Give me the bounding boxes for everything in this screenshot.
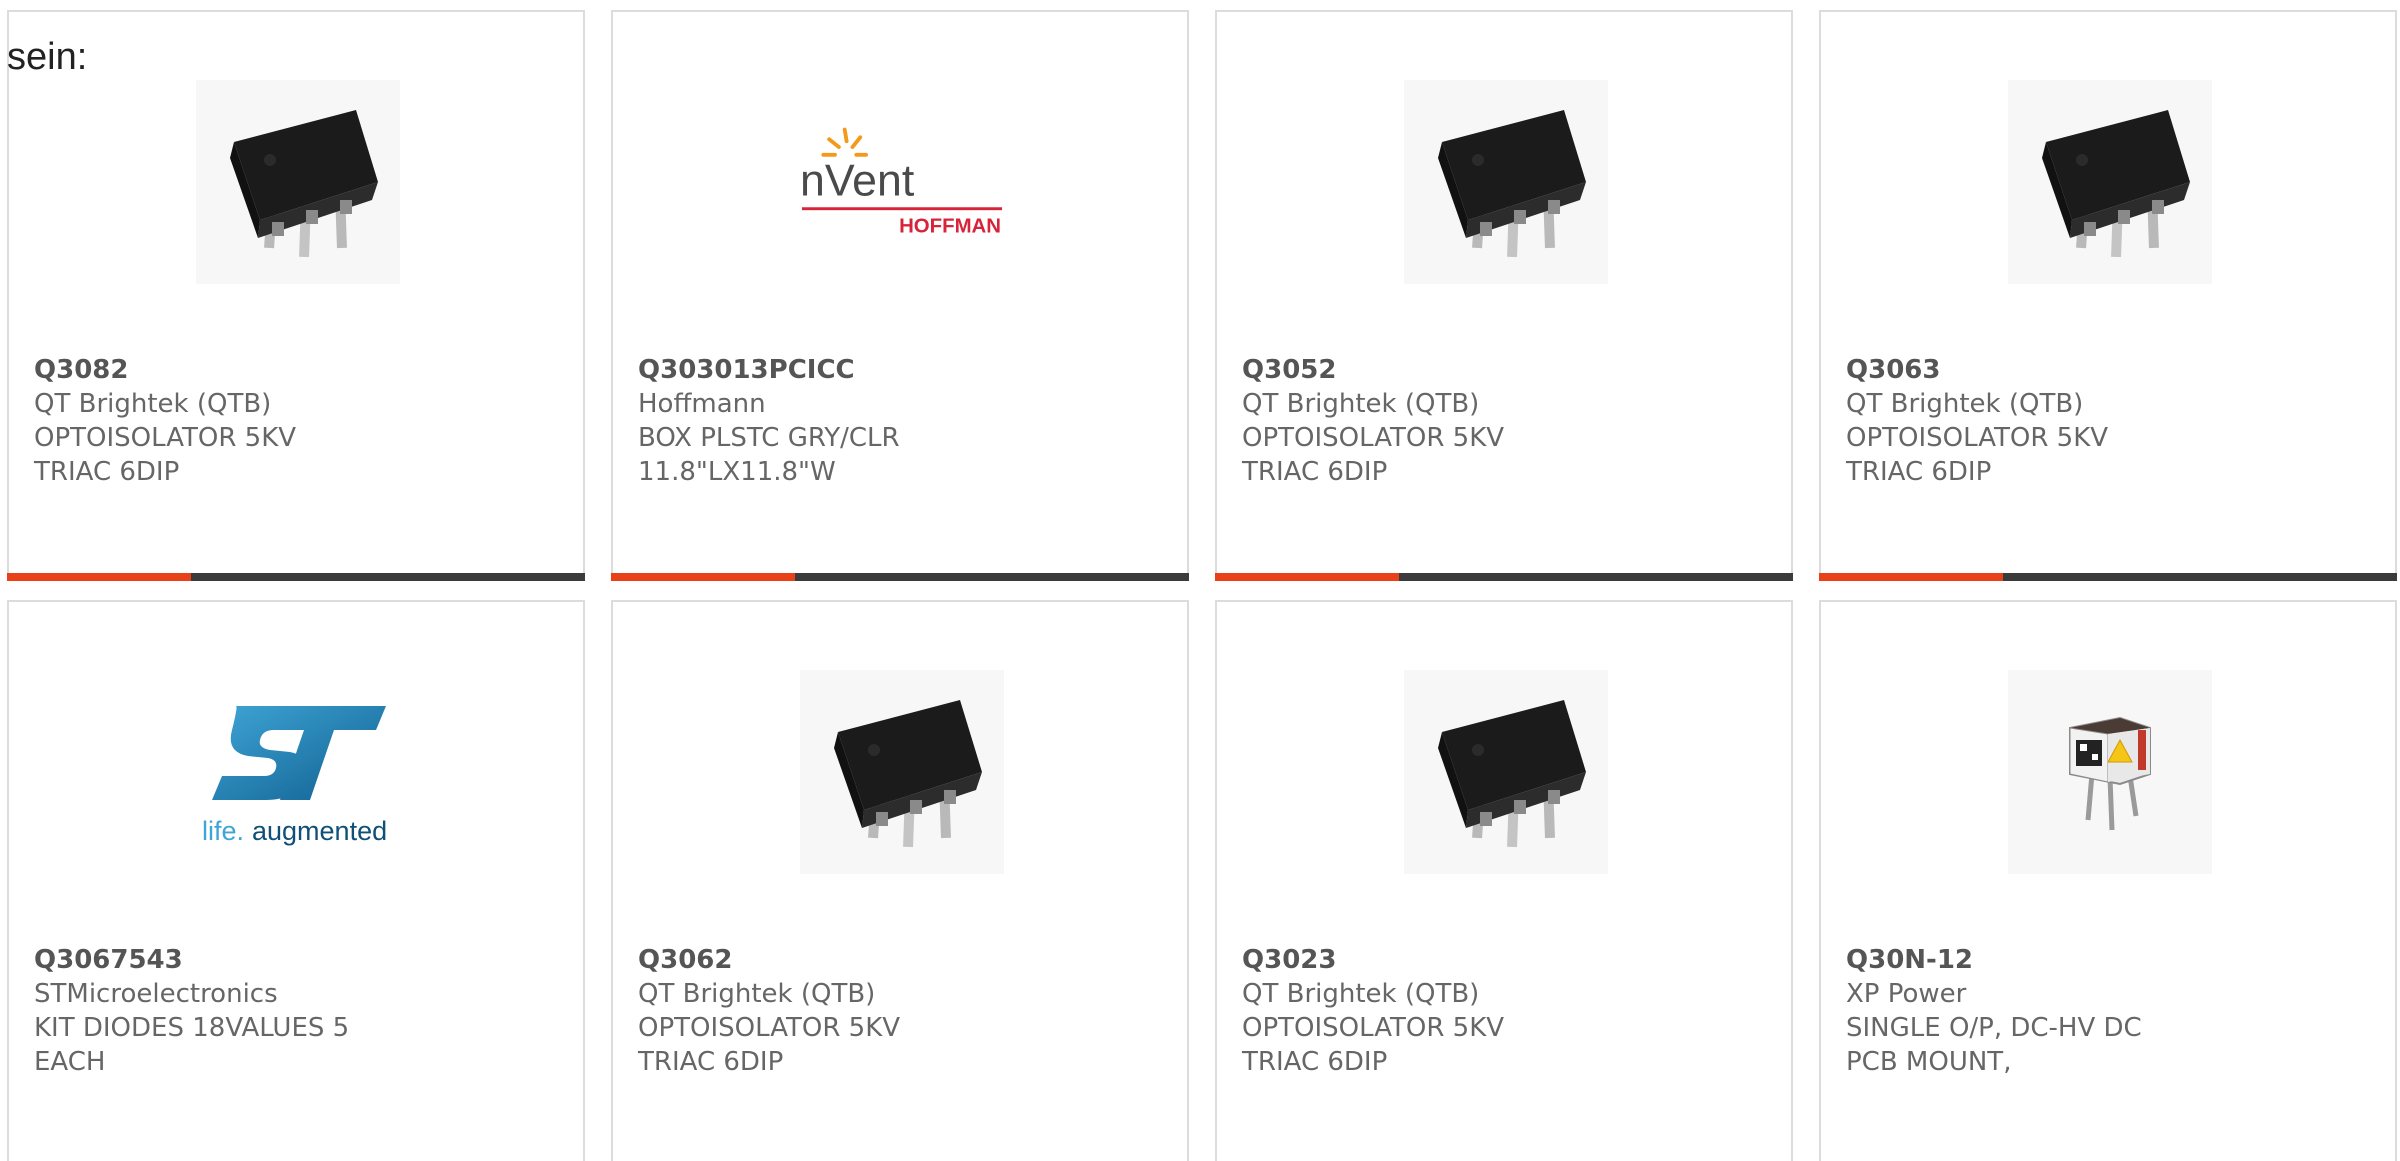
part-number[interactable]: Q3067543 bbox=[34, 943, 564, 977]
product-info: Q3067543 STMicroelectronics KIT DIODES 1… bbox=[34, 943, 564, 1079]
product-info: Q3082 QT Brightek (QTB) OPTOISOLATOR 5KV… bbox=[34, 353, 564, 489]
manufacturer: QT Brightek (QTB) bbox=[1846, 389, 2084, 419]
manufacturer: STMicroelectronics bbox=[34, 979, 278, 1009]
logo-sub: HOFFMAN bbox=[899, 216, 1001, 238]
product-info: Q30N-12 XP Power SINGLE O/P, DC-HV DC PC… bbox=[1846, 943, 2376, 1079]
manufacturer: QT Brightek (QTB) bbox=[638, 979, 876, 1009]
manufacturer: QT Brightek (QTB) bbox=[1242, 389, 1480, 419]
part-number[interactable]: Q3062 bbox=[638, 943, 1168, 977]
product-info: Q3062 QT Brightek (QTB) OPTOISOLATOR 5KV… bbox=[638, 943, 1168, 1079]
dip6-chip-icon bbox=[1404, 80, 1608, 284]
dip6-chip-icon bbox=[1404, 670, 1608, 874]
part-number[interactable]: Q3023 bbox=[1242, 943, 1772, 977]
product-card[interactable]: Q3052 QT Brightek (QTB) OPTOISOLATOR 5KV… bbox=[1215, 10, 1793, 581]
intro-text: sein: bbox=[7, 36, 88, 78]
manufacturer: XP Power bbox=[1846, 979, 1967, 1009]
product-card[interactable]: Q3082 QT Brightek (QTB) OPTOISOLATOR 5KV… bbox=[7, 10, 585, 581]
nvent-hoffman-logo-icon: nVent HOFFMAN bbox=[800, 127, 1003, 238]
product-image[interactable] bbox=[2008, 670, 2212, 874]
product-card[interactable]: Q3062 QT Brightek (QTB) OPTOISOLATOR 5KV… bbox=[611, 600, 1189, 1161]
dip6-chip-icon bbox=[196, 80, 400, 284]
logo-tagline-a: life. bbox=[202, 816, 244, 846]
accent-bar bbox=[7, 573, 585, 581]
product-image[interactable] bbox=[800, 670, 1004, 874]
part-number[interactable]: Q303013PCICC bbox=[638, 353, 1168, 387]
part-number[interactable]: Q3082 bbox=[34, 353, 564, 387]
product-card[interactable]: life. augmented Q3067543 STMicroelectron… bbox=[7, 600, 585, 1161]
description: OPTOISOLATOR 5KV TRIAC 6DIP bbox=[1242, 423, 1505, 487]
product-card[interactable]: Q30N-12 XP Power SINGLE O/P, DC-HV DC PC… bbox=[1819, 600, 2397, 1161]
product-card[interactable]: nVent HOFFMAN Q303013PCICC Hoffmann BOX … bbox=[611, 10, 1189, 581]
accent-bar bbox=[1215, 573, 1793, 581]
logo-brand: nVent bbox=[800, 157, 915, 206]
product-grid-page: sein: Q3082 QT Brightek (QTB) OPTOISOLAT… bbox=[0, 0, 2400, 1161]
product-info: Q3063 QT Brightek (QTB) OPTOISOLATOR 5KV… bbox=[1846, 353, 2376, 489]
product-card[interactable]: Q3023 QT Brightek (QTB) OPTOISOLATOR 5KV… bbox=[1215, 600, 1793, 1161]
description: OPTOISOLATOR 5KV TRIAC 6DIP bbox=[1846, 423, 2109, 487]
accent-bar bbox=[1819, 573, 2397, 581]
product-image[interactable] bbox=[1404, 80, 1608, 284]
manufacturer: Hoffmann bbox=[638, 389, 766, 419]
description: KIT DIODES 18VALUES 5 EACH bbox=[34, 1013, 350, 1077]
description: OPTOISOLATOR 5KV TRIAC 6DIP bbox=[638, 1013, 901, 1077]
product-image[interactable]: nVent HOFFMAN bbox=[800, 80, 1004, 284]
logo-tagline-b: augmented bbox=[252, 816, 387, 846]
part-number[interactable]: Q3063 bbox=[1846, 353, 2376, 387]
manufacturer: QT Brightek (QTB) bbox=[34, 389, 272, 419]
hv-module-icon bbox=[2008, 670, 2212, 874]
description: BOX PLSTC GRY/CLR 11.8"LX11.8"W bbox=[638, 423, 900, 487]
product-image[interactable]: life. augmented bbox=[196, 670, 400, 874]
description: OPTOISOLATOR 5KV TRIAC 6DIP bbox=[1242, 1013, 1505, 1077]
description: SINGLE O/P, DC-HV DC PCB MOUNT, bbox=[1846, 1013, 2142, 1077]
dip6-chip-icon bbox=[800, 670, 1004, 874]
part-number[interactable]: Q3052 bbox=[1242, 353, 1772, 387]
part-number[interactable]: Q30N-12 bbox=[1846, 943, 2376, 977]
accent-bar bbox=[611, 573, 1189, 581]
product-info: Q3023 QT Brightek (QTB) OPTOISOLATOR 5KV… bbox=[1242, 943, 1772, 1079]
dip6-chip-icon bbox=[2008, 80, 2212, 284]
manufacturer: QT Brightek (QTB) bbox=[1242, 979, 1480, 1009]
product-info: Q3052 QT Brightek (QTB) OPTOISOLATOR 5KV… bbox=[1242, 353, 1772, 489]
product-info: Q303013PCICC Hoffmann BOX PLSTC GRY/CLR … bbox=[638, 353, 1168, 489]
product-image[interactable] bbox=[2008, 80, 2212, 284]
product-card[interactable]: Q3063 QT Brightek (QTB) OPTOISOLATOR 5KV… bbox=[1819, 10, 2397, 581]
st-logo-icon: life. augmented bbox=[202, 706, 387, 846]
product-grid: Q3082 QT Brightek (QTB) OPTOISOLATOR 5KV… bbox=[0, 0, 2400, 1161]
description: OPTOISOLATOR 5KV TRIAC 6DIP bbox=[34, 423, 297, 487]
product-image[interactable] bbox=[196, 80, 400, 284]
product-image[interactable] bbox=[1404, 670, 1608, 874]
